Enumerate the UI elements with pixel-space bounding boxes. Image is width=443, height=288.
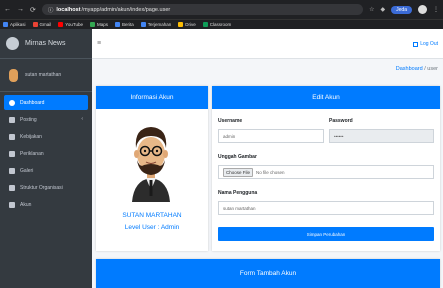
bookmark-item[interactable]: Classroom — [202, 22, 231, 27]
content-wrapper: Dashboard / user Informasi Akun SUTAN MA… — [92, 59, 443, 288]
edit-account-header: Edit Akun — [212, 86, 440, 109]
display-name-field[interactable]: sutan martathan — [218, 201, 434, 215]
bookmark-item[interactable]: Gmail — [32, 22, 51, 27]
gmail-icon — [32, 22, 38, 27]
user-avatar — [9, 68, 18, 82]
sidebar-item-dashboard[interactable]: Dashboard — [4, 95, 88, 110]
maps-icon — [89, 22, 95, 27]
info-icon: ⓘ — [47, 7, 54, 14]
bookmarks-bar: Aplikasi Gmail YouTube Maps Berita Terje… — [0, 19, 443, 29]
username-field[interactable]: admin — [218, 129, 324, 143]
sidebar-item-label: Posting — [20, 116, 37, 123]
file-icon — [9, 150, 15, 157]
sidebar-menu: Dashboard Posting ‹ Kebijakan Periklanan… — [0, 92, 92, 212]
extension-icon[interactable]: ◆ — [381, 6, 386, 13]
breadcrumb-current: user — [427, 66, 438, 72]
menu-toggle-icon[interactable]: ≡ — [97, 40, 101, 47]
brand-text: Mirnas News — [25, 40, 66, 47]
url-path: /myapp/admin/akun/index/page.user — [81, 6, 171, 13]
breadcrumb-home[interactable]: Dashboard — [396, 66, 423, 72]
user-name: sutan martathan — [25, 72, 62, 78]
classroom-icon — [202, 22, 208, 27]
apps-icon — [3, 22, 8, 27]
dashboard-icon — [9, 99, 15, 106]
translate-icon — [140, 22, 146, 27]
sidebar-item-posting[interactable]: Posting ‹ — [4, 112, 88, 127]
sidebar-item-galeri[interactable]: Galeri — [4, 163, 88, 178]
sidebar-item-label: Akun — [20, 201, 32, 208]
edit-account-card: Edit Akun Username admin Password ••••••… — [212, 86, 440, 251]
logout-label: Log Out — [420, 41, 438, 47]
bookmark-item[interactable]: Aplikasi — [3, 22, 26, 27]
breadcrumb: Dashboard / user — [396, 66, 438, 72]
youtube-icon — [58, 22, 64, 27]
news-icon — [114, 22, 120, 27]
logout-icon — [413, 41, 419, 47]
sidebar-item-label: Kebijakan — [20, 133, 42, 140]
more-menu-icon[interactable]: ⋮ — [433, 6, 439, 13]
top-navbar: ≡ Log Out — [92, 29, 443, 59]
drive-icon — [178, 22, 184, 27]
sidebar-item-struktur[interactable]: Struktur Organisasi — [4, 180, 88, 195]
sidebar-item-label: Struktur Organisasi — [20, 184, 63, 191]
file-input[interactable]: Choose File No file chosen — [218, 165, 434, 179]
profile-name: SUTAN MARTAHAN — [122, 212, 182, 219]
sitemap-icon — [9, 184, 15, 191]
sidebar-item-periklanan[interactable]: Periklanan — [4, 146, 88, 161]
user-icon — [9, 201, 15, 208]
paused-badge[interactable]: Jeda — [391, 5, 412, 14]
document-icon — [9, 133, 15, 140]
brand-link[interactable]: Mirnas News — [0, 29, 92, 59]
user-panel[interactable]: sutan martathan — [0, 59, 92, 92]
display-name-label: Nama Pengguna — [218, 190, 258, 196]
sidebar: Mirnas News sutan martathan Dashboard Po… — [0, 29, 92, 288]
book-icon — [9, 116, 15, 123]
sidebar-item-akun[interactable]: Akun — [4, 197, 88, 212]
account-info-header: Informasi Akun — [96, 86, 208, 109]
username-value: admin — [223, 133, 236, 139]
display-name-value: sutan martathan — [223, 205, 256, 211]
bookmark-item[interactable]: Berita — [114, 22, 134, 27]
logout-link[interactable]: Log Out — [413, 41, 438, 47]
password-field[interactable]: •••••• — [329, 129, 434, 143]
reload-icon[interactable]: ⟳ — [30, 6, 36, 14]
save-changes-button[interactable]: Simpan Perubahan — [218, 227, 434, 241]
address-bar[interactable]: ⓘ localhost /myapp/admin/akun/index/page… — [41, 4, 364, 15]
username-label: Username — [218, 118, 243, 124]
choose-file-button[interactable]: Choose File — [223, 167, 254, 177]
upload-label: Unggah Gambar — [218, 154, 257, 160]
back-icon[interactable]: ← — [4, 6, 11, 14]
url-host: localhost — [56, 6, 81, 13]
account-info-card: Informasi Akun SUTAN MARTAHAN Level User… — [96, 86, 208, 251]
star-icon[interactable]: ☆ — [369, 6, 374, 13]
forward-icon[interactable]: → — [17, 6, 24, 14]
browser-nav: ← → ⟳ — [4, 6, 36, 14]
profile-picture — [132, 127, 170, 202]
sidebar-item-label: Periklanan — [20, 150, 44, 157]
sidebar-item-label: Dashboard — [20, 99, 45, 106]
password-value: •••••• — [334, 133, 344, 139]
add-account-card: Form Tambah Akun — [96, 259, 440, 288]
caret-left-icon: ‹ — [81, 116, 83, 122]
file-status: No file chosen — [256, 169, 285, 175]
profile-avatar[interactable] — [418, 5, 427, 14]
brand-logo — [6, 37, 19, 50]
browser-toolbar: ← → ⟳ ⓘ localhost /myapp/admin/akun/inde… — [0, 0, 443, 19]
breadcrumb-separator: / — [424, 66, 426, 72]
browser-actions: ☆ ◆ Jeda ⋮ — [369, 5, 439, 14]
password-label: Password — [329, 118, 353, 124]
bookmark-item[interactable]: Drive — [178, 22, 196, 27]
image-icon — [9, 167, 15, 174]
sidebar-item-kebijakan[interactable]: Kebijakan — [4, 129, 88, 144]
bookmark-item[interactable]: YouTube — [58, 22, 83, 27]
sidebar-item-label: Galeri — [20, 167, 34, 174]
bookmark-item[interactable]: Maps — [89, 22, 108, 27]
bookmark-item[interactable]: Terjemahan — [140, 22, 171, 27]
profile-level: Level User : Admin — [124, 224, 180, 231]
add-account-header: Form Tambah Akun — [96, 259, 440, 288]
